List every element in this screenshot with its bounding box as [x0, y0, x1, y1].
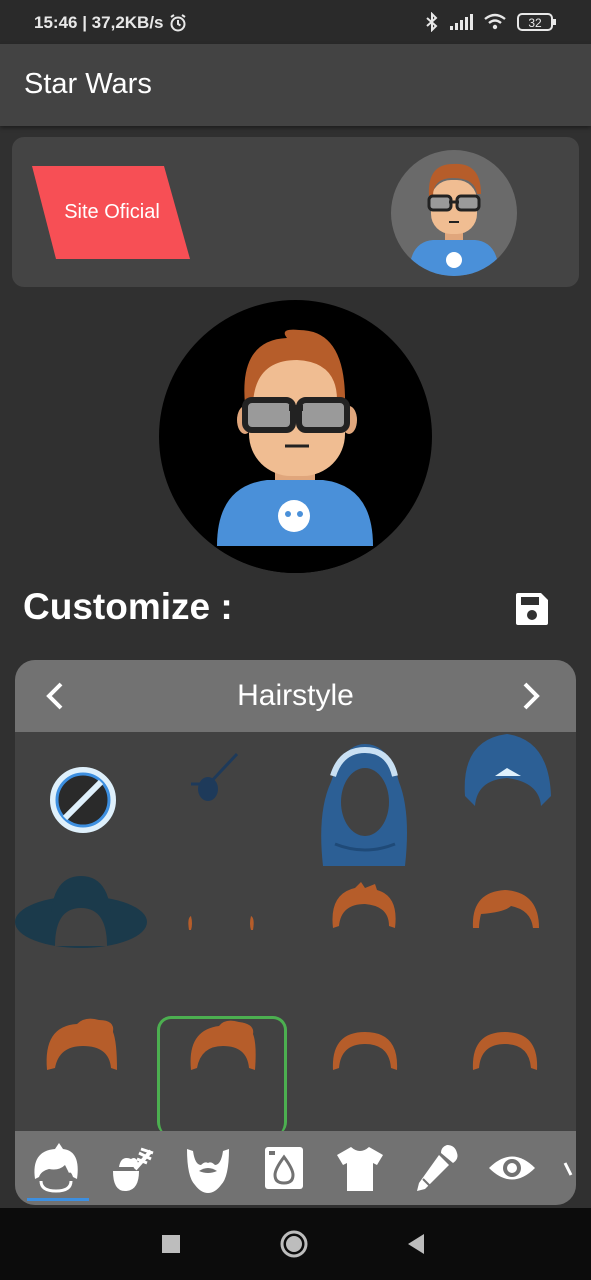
alarm-icon [169, 14, 186, 32]
tab-hair-color-icon[interactable] [105, 1141, 159, 1195]
panel-header: Hairstyle [15, 660, 576, 732]
hair-option-eyepatch[interactable] [155, 732, 295, 872]
battery-icon: 32 [517, 13, 556, 31]
wifi-icon [484, 13, 506, 30]
tab-beard-icon[interactable] [181, 1141, 235, 1195]
hair-option-spiky[interactable] [295, 872, 435, 1012]
hair-option-short-sides[interactable] [155, 872, 295, 1012]
site-oficial-label: Site Oficial [64, 201, 160, 223]
active-tab-indicator [27, 1198, 89, 1201]
recents-icon[interactable] [153, 1226, 189, 1262]
app-bar: Star Wars [0, 44, 591, 126]
back-icon[interactable] [398, 1226, 434, 1262]
status-left: 15:46 | 37,2KB/s [34, 13, 188, 33]
hair-option-none[interactable] [15, 732, 155, 872]
tab-clothes-icon[interactable] [333, 1141, 387, 1195]
hair-option-hijab[interactable] [295, 732, 435, 872]
chevron-left-icon[interactable] [35, 676, 75, 716]
header-card: Site Oficial [12, 137, 579, 287]
hair-option-side-part[interactable] [435, 872, 575, 1012]
site-oficial-button[interactable]: Site Oficial [32, 166, 192, 259]
avatar-preview [159, 300, 432, 573]
tab-eyes-icon[interactable] [485, 1141, 539, 1195]
bluetooth-icon [426, 12, 438, 32]
tab-skin-icon[interactable] [257, 1141, 311, 1195]
panel-title: Hairstyle [237, 679, 354, 712]
app-title: Star Wars [24, 68, 152, 100]
battery-level: 32 [528, 16, 542, 30]
customize-title: Customize : [23, 586, 233, 627]
chevron-right-icon[interactable] [511, 676, 551, 716]
customize-panel: Hairstyle [15, 660, 576, 1205]
system-nav-bar [0, 1208, 591, 1280]
signal-icon [450, 14, 473, 30]
home-icon[interactable] [276, 1226, 312, 1262]
selected-item-highlight [157, 1016, 287, 1136]
tab-color-picker-icon[interactable] [409, 1141, 463, 1195]
hair-option-wide-hat[interactable] [15, 872, 155, 1012]
save-icon[interactable] [512, 589, 552, 629]
status-time: 15:46 | 37,2KB/s [34, 13, 164, 32]
hair-option-turban[interactable] [435, 732, 575, 872]
tab-more-icon[interactable] [561, 1141, 576, 1195]
tab-hair-icon[interactable] [29, 1141, 83, 1195]
status-right: 32 [425, 12, 557, 32]
small-avatar[interactable] [391, 150, 517, 276]
category-tab-bar [15, 1131, 576, 1205]
status-bar: 15:46 | 37,2KB/s 32 [0, 0, 591, 44]
